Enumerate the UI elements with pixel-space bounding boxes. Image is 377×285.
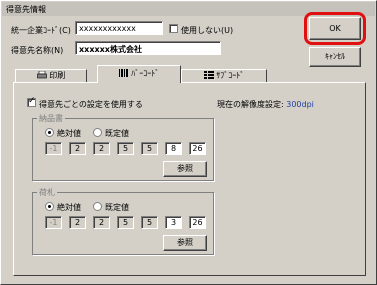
tag-title: 荷札: [37, 187, 57, 198]
barcode-panel: 得意先ごとの設定を使用する 現在の解像度設定: 300dpi 納品書 絶対値 既…: [13, 82, 366, 276]
value-cell: -1: [45, 216, 62, 229]
window-title: 得意先情報: [6, 5, 46, 14]
delivery-slip-group: 納品書 絶対値 既定値 -1 2 2 5 5 8 26 参照: [32, 113, 214, 181]
value-cell: 2: [69, 142, 86, 155]
default-label-1: 既定値: [105, 129, 129, 138]
tab-print-label: 印刷: [49, 71, 66, 80]
tab-subcode[interactable]: ｻﾌﾞｺｰﾄﾞ: [181, 69, 267, 83]
value-cell: 2: [93, 216, 110, 229]
browse-button-2[interactable]: 参照: [163, 235, 207, 251]
customer-name-label: 得意先名称(N): [11, 46, 64, 55]
resolution-value: 300dpi: [286, 100, 314, 109]
default-radio-1[interactable]: [93, 128, 102, 137]
dialog-window: 得意先情報 統一企業ｺｰﾄﾞ(C) xxxxxxxxxxxx 使用しない(U) …: [0, 0, 377, 285]
delivery-slip-title: 納品書: [37, 113, 65, 124]
resolution-caption: 現在の解像度設定:: [217, 100, 287, 109]
absolute-label-2: 絶対値: [57, 203, 81, 212]
resolution-label: 現在の解像度設定: 300dpi: [217, 99, 314, 110]
value-cell[interactable]: 3: [165, 216, 182, 229]
not-used-checkbox[interactable]: [169, 24, 178, 33]
tab-barcode[interactable]: ﾊﾞｰｺｰﾄﾞ: [97, 65, 181, 83]
not-used-label: 使用しない(U): [181, 26, 234, 35]
cancel-button[interactable]: ｷｬﾝｾﾙ: [309, 47, 361, 67]
customer-name-input[interactable]: xxxxxx株式会社: [75, 41, 221, 55]
value-cell: 2: [69, 216, 86, 229]
default-label-2: 既定値: [105, 203, 129, 212]
value-cell[interactable]: 26: [189, 142, 206, 155]
absolute-radio-1[interactable]: [45, 128, 54, 137]
use-customer-settings-checkbox[interactable]: [27, 96, 36, 107]
default-radio-2[interactable]: [93, 202, 102, 211]
value-cell[interactable]: 26: [189, 216, 206, 229]
absolute-radio-2[interactable]: [45, 202, 54, 211]
value-cell: 5: [117, 216, 134, 229]
value-cell: 5: [141, 216, 158, 229]
browse-button-1[interactable]: 参照: [163, 161, 207, 177]
tag-group: 荷札 絶対値 既定値 -1 2 2 5 5 3 26 参照: [32, 187, 214, 255]
value-cell: 5: [141, 142, 158, 155]
barcode-icon: [118, 69, 132, 78]
tab-subcode-label: ｻﾌﾞｺｰﾄﾞ: [216, 71, 245, 80]
ok-button[interactable]: OK: [309, 17, 361, 40]
value-cell: 2: [93, 142, 110, 155]
value-cell: 5: [117, 142, 134, 155]
company-code-input[interactable]: xxxxxxxxxxxx: [75, 21, 163, 35]
value-cell: -1: [45, 142, 62, 155]
use-customer-settings-label: 得意先ごとの設定を使用する: [39, 100, 143, 109]
tab-barcode-label: ﾊﾞｰｺｰﾄﾞ: [131, 69, 160, 78]
company-code-label: 統一企業ｺｰﾄﾞ(C): [11, 26, 71, 35]
tab-print[interactable]: 印刷: [15, 69, 87, 83]
value-cell[interactable]: 8: [165, 142, 182, 155]
absolute-label-1: 絶対値: [57, 129, 81, 138]
grid-icon: [203, 71, 217, 80]
printer-icon: [36, 70, 50, 80]
